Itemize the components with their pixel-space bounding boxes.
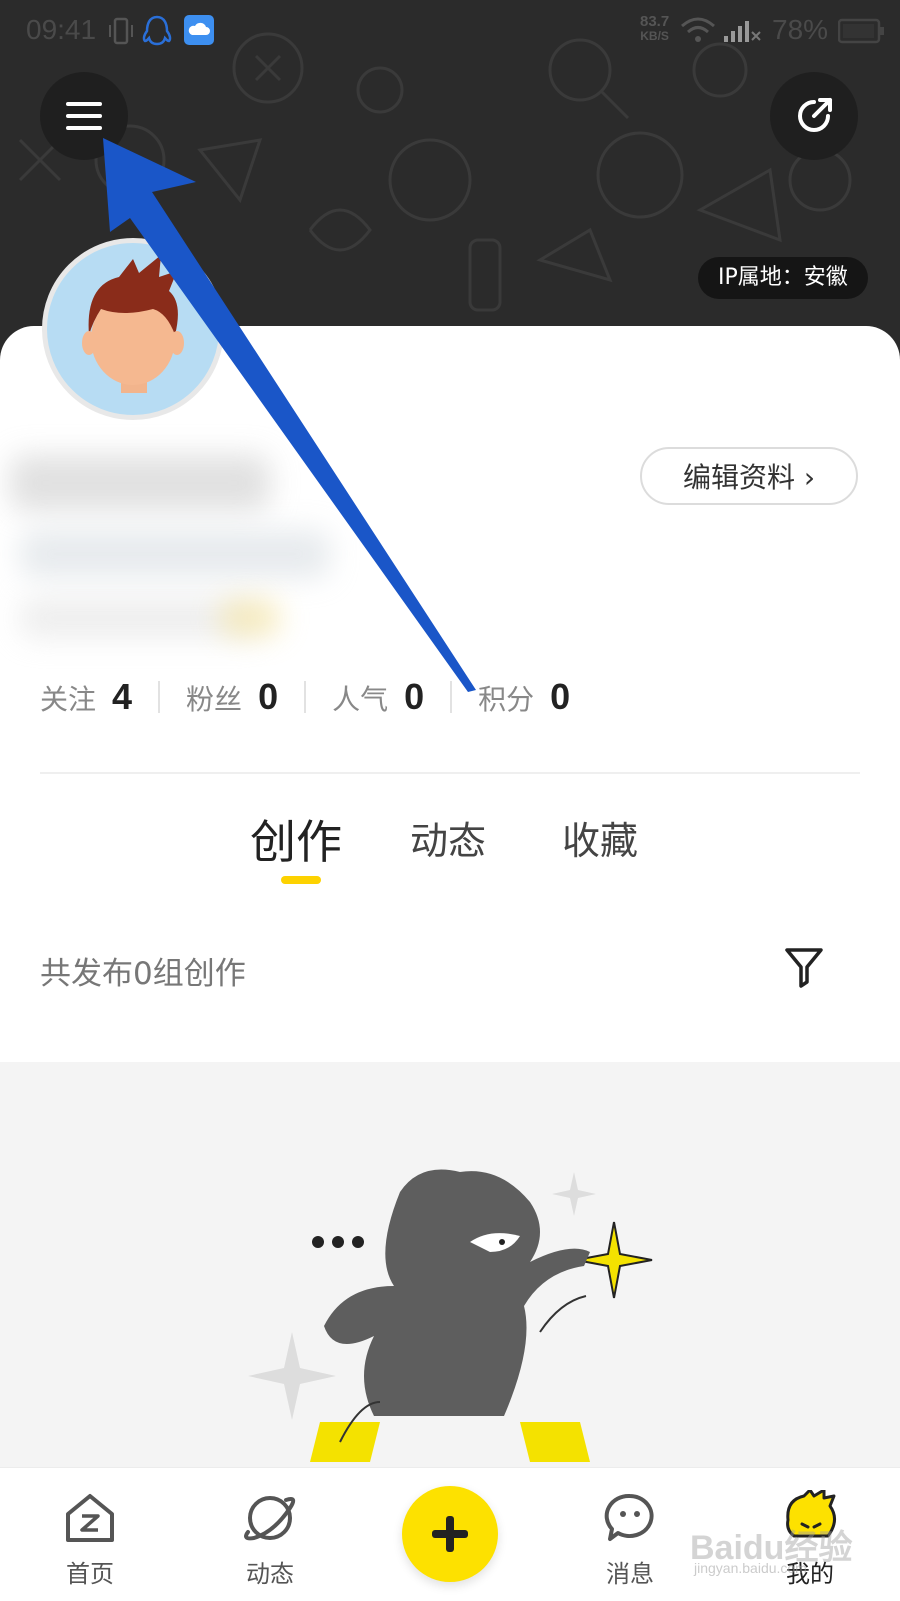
annotation-arrow xyxy=(103,138,476,692)
